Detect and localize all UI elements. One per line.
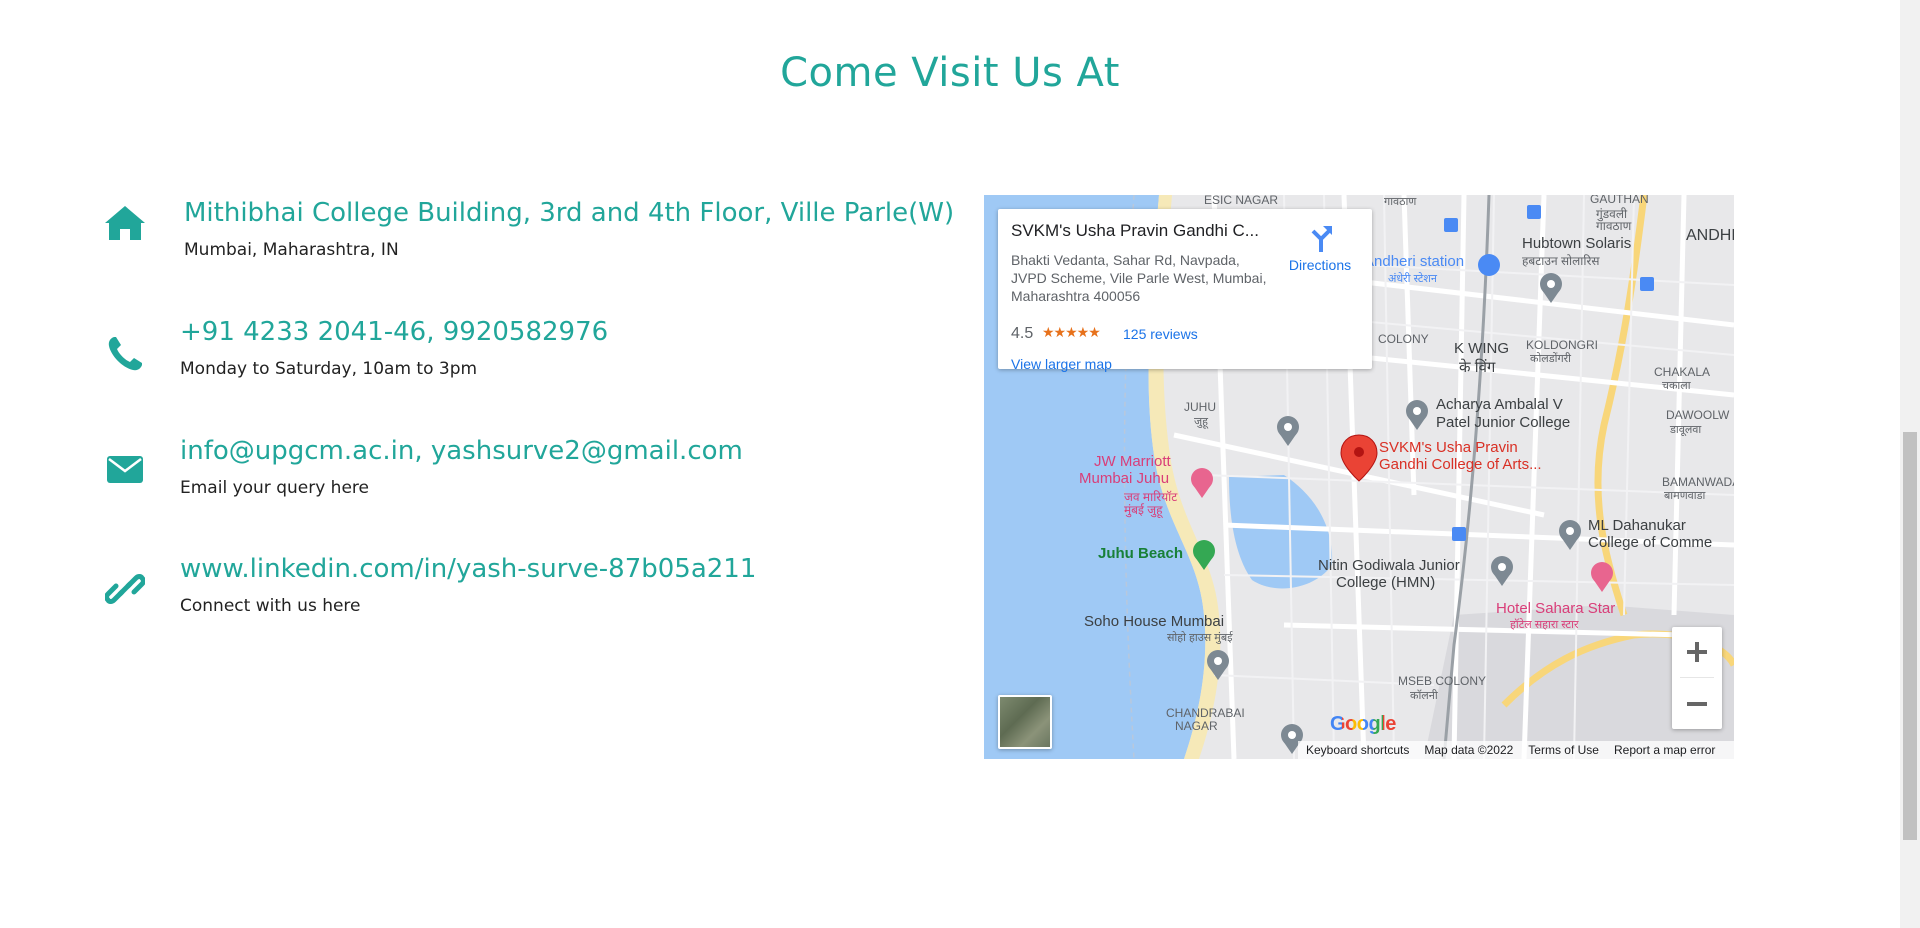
map-label: कॉलनी xyxy=(1410,690,1438,702)
satellite-toggle[interactable] xyxy=(998,695,1052,749)
place-address: Bhakti Vedanta, Sahar Rd, Navpada, JVPD … xyxy=(1011,252,1267,304)
map-label: ANDHE xyxy=(1686,227,1734,244)
map-label: COLONY xyxy=(1378,332,1429,346)
terms-link[interactable]: Terms of Use xyxy=(1528,743,1599,757)
rating-value: 4.5 xyxy=(1011,325,1034,342)
google-map[interactable]: ESIC NAGAR गावठाण GAUTHAN गुंडवली गावठाण… xyxy=(984,195,1734,759)
phone-heading[interactable]: +91 4233 2041-46, 9920582976 xyxy=(180,317,608,347)
zoom-out-button[interactable] xyxy=(1672,679,1722,729)
map-label: College (HMN) xyxy=(1336,574,1436,591)
map-label: डावूलवा xyxy=(1670,424,1702,436)
map-label: ESIC NAGAR xyxy=(1204,195,1279,207)
zoom-in-button[interactable] xyxy=(1672,627,1722,677)
map-label: CHAKALA xyxy=(1654,365,1711,379)
map-label: Mumbai Juhu xyxy=(1079,470,1170,487)
map-label: कोलडोंगरी xyxy=(1530,353,1572,365)
map-label: ML Dahanukar xyxy=(1588,517,1686,534)
page-scrollbar[interactable] xyxy=(1900,0,1920,928)
map-label: MSEB COLONY xyxy=(1398,674,1487,688)
address-sub: Mumbai, Maharashtra, IN xyxy=(184,240,399,260)
map-label: CHANDRABAI xyxy=(1166,706,1245,720)
scrollbar-thumb[interactable] xyxy=(1903,432,1917,840)
map-label: सोहो हाउस मुंबई xyxy=(1167,632,1233,644)
map-data-text: Map data ©2022 xyxy=(1424,743,1514,757)
map-label: जुहू xyxy=(1194,416,1209,428)
plus-icon xyxy=(1687,642,1707,662)
email-sub: Email your query here xyxy=(180,478,369,498)
map-label: अंधेरी स्टेशन xyxy=(1388,273,1437,285)
map-label: College of Comme xyxy=(1588,534,1713,551)
address-heading: Mithibhai College Building, 3rd and 4th … xyxy=(184,198,955,228)
map-label: चकाला xyxy=(1662,380,1691,392)
map-label: मुंबई जुहू xyxy=(1124,503,1163,517)
map-label: हॉटेल सहारा स्टार xyxy=(1510,619,1579,631)
map-label: BAMANWADA xyxy=(1662,475,1734,489)
view-larger-map-link[interactable]: View larger map xyxy=(1011,356,1112,372)
report-error-link[interactable]: Report a map error xyxy=(1614,743,1715,757)
map-label: DAWOOLW xyxy=(1666,408,1730,422)
map-label: Hotel Sahara Star xyxy=(1496,600,1616,617)
link-icon xyxy=(100,564,150,614)
map-label: Soho House Mumbai xyxy=(1084,613,1225,630)
place-info-card: SVKM's Usha Pravin Gandhi C... Bhakti Ve… xyxy=(998,209,1372,372)
map-label: Gandhi College of Arts... xyxy=(1379,456,1542,473)
linkedin-sub: Connect with us here xyxy=(180,596,361,616)
map-label: Hubtown Solaris xyxy=(1522,235,1632,252)
map-label: JW Marriott xyxy=(1094,453,1171,470)
directions-icon xyxy=(1308,223,1334,258)
map-label: हबटाउन सोलारिस xyxy=(1522,254,1600,268)
google-logo: Google xyxy=(1330,713,1396,735)
email-heading[interactable]: info@upgcm.ac.in, yashsurve2@gmail.com xyxy=(180,436,743,466)
zoom-controls xyxy=(1672,627,1722,729)
map-label: Juhu Beach xyxy=(1098,545,1184,562)
map-attribution: Keyboard shortcuts Map data ©2022 Terms … xyxy=(1298,741,1734,759)
map-label: बामणवाडा xyxy=(1664,490,1706,502)
directions-label: Directions xyxy=(1288,257,1352,273)
linkedin-heading[interactable]: www.linkedin.com/in/yash-surve-87b05a211 xyxy=(180,554,756,584)
map-label: NAGAR xyxy=(1175,719,1218,733)
map-label: Nitin Godiwala Junior xyxy=(1318,557,1460,574)
map-label: K WING xyxy=(1454,340,1509,357)
home-icon xyxy=(100,198,150,248)
map-label: KOLDONGRI xyxy=(1526,338,1599,352)
minus-icon xyxy=(1687,702,1707,706)
keyboard-shortcuts-link[interactable]: Keyboard shortcuts xyxy=(1306,743,1409,757)
rating-stars: ★★★★★ xyxy=(1042,324,1101,340)
map-label: गावठाण xyxy=(1596,219,1632,233)
envelope-icon xyxy=(100,444,150,494)
map-label: Acharya Ambalal V xyxy=(1436,396,1563,413)
page-title: Come Visit Us At xyxy=(780,50,1120,96)
map-label: गावठाण xyxy=(1384,196,1417,208)
map-label: Patel Junior College xyxy=(1436,414,1571,431)
reviews-link[interactable]: 125 reviews xyxy=(1123,326,1198,342)
map-label: के विंग xyxy=(1459,359,1496,376)
map-label: SVKM's Usha Pravin xyxy=(1379,439,1518,456)
map-label: Andheri station xyxy=(1364,253,1465,270)
map-label: JUHU xyxy=(1184,400,1216,414)
place-name: SVKM's Usha Pravin Gandhi C... xyxy=(1011,221,1259,240)
phone-sub: Monday to Saturday, 10am to 3pm xyxy=(180,359,478,379)
directions-button[interactable]: Directions xyxy=(1280,219,1360,275)
phone-icon xyxy=(100,329,150,379)
